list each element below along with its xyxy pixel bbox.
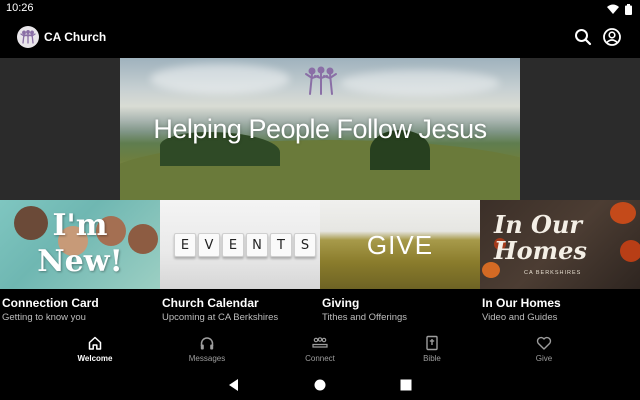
headphones-icon [200, 337, 214, 350]
pumpkin [620, 240, 640, 262]
hero-banner[interactable]: Helping People Follow Jesus [120, 58, 520, 200]
nav-label: Bible [423, 354, 441, 363]
homes-image-text: In Our Homes [494, 210, 587, 265]
system-navigation [0, 370, 640, 400]
hero-cloud [340, 70, 500, 96]
recents-icon[interactable] [398, 377, 414, 393]
nav-connect[interactable]: Connect [280, 335, 360, 367]
in-our-homes-card-image: In Our Homes CA BERKSHIRES [480, 200, 640, 289]
nav-messages[interactable]: Messages [167, 335, 247, 367]
nav-label: Connect [305, 354, 335, 363]
bottom-navigation: Welcome Messages Connect Bible Give [0, 330, 640, 370]
letter-tile: V [198, 233, 220, 257]
nav-label: Welcome [77, 354, 113, 363]
card-subtitle: Video and Guides [482, 312, 558, 323]
church-logo-icon [20, 30, 36, 44]
home-button-icon[interactable] [312, 377, 328, 393]
heart-icon [536, 336, 552, 350]
pumpkin [610, 202, 636, 224]
card-title: Church Calendar [162, 296, 259, 310]
homes-image-subtext: CA BERKSHIRES [524, 270, 582, 276]
nav-label: Give [535, 354, 553, 363]
church-logo[interactable] [17, 26, 39, 48]
calendar-card-image: EVENTS [160, 200, 320, 289]
app-title: CA Church [44, 30, 107, 44]
app-bar: CA Church [0, 18, 640, 58]
back-icon[interactable] [226, 377, 242, 393]
people-icon [312, 337, 328, 348]
home-icon [88, 336, 102, 350]
status-icons [607, 3, 632, 15]
hero-headline: Helping People Follow Jesus [153, 114, 487, 144]
main-content: Helping People Follow Jesus I'm New! Con… [0, 58, 640, 330]
giving-card-image: GIVE [320, 200, 480, 289]
nav-give[interactable]: Give [504, 335, 584, 367]
status-bar: 10:26 [0, 0, 640, 18]
card-subtitle: Upcoming at CA Berkshires [162, 312, 279, 323]
card-title: Connection Card [2, 296, 99, 310]
card-title: Giving [322, 296, 360, 310]
card-subtitle: Tithes and Offerings [322, 312, 408, 323]
connection-card[interactable]: I'm New! Connection Card Getting to know… [0, 200, 160, 330]
letter-tile: E [222, 233, 244, 257]
in-our-homes-card[interactable]: In Our Homes CA BERKSHIRES In Our Homes … [480, 200, 640, 330]
card-row: I'm New! Connection Card Getting to know… [0, 200, 640, 330]
giving-card[interactable]: GIVE Giving Tithes and Offerings [320, 200, 480, 330]
events-tiles: EVENTS [174, 233, 316, 257]
im-new-text: I'm New! [37, 208, 123, 279]
hero-cloud [150, 64, 290, 94]
account-icon[interactable] [602, 27, 622, 47]
letter-tile: T [270, 233, 292, 257]
church-mark-icon [305, 66, 337, 95]
search-icon[interactable] [573, 27, 593, 47]
give-image-text: GIVE [366, 230, 434, 260]
letter-tile: S [294, 233, 316, 257]
letter-tile: E [174, 233, 196, 257]
nav-bible[interactable]: Bible [392, 335, 472, 367]
nav-label: Messages [188, 354, 226, 363]
wifi-icon [607, 4, 619, 14]
status-time: 10:26 [6, 2, 34, 14]
nav-welcome[interactable]: Welcome [55, 335, 135, 367]
letter-tile: N [246, 233, 268, 257]
connection-card-image: I'm New! [0, 200, 160, 289]
card-title: In Our Homes [482, 296, 561, 310]
calendar-card[interactable]: EVENTS Church Calendar Upcoming at CA Be… [160, 200, 320, 330]
card-subtitle: Getting to know you [2, 312, 86, 323]
bible-icon [426, 335, 438, 351]
battery-icon [625, 3, 632, 15]
